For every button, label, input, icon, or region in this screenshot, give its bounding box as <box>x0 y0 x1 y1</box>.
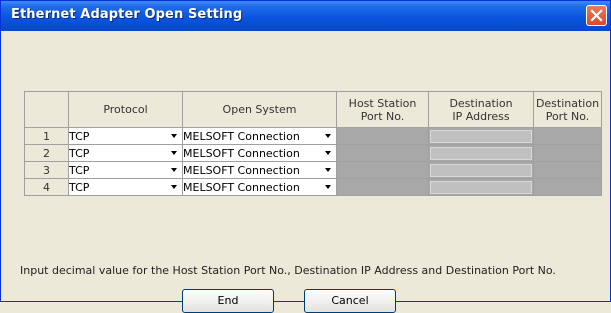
instruction-text: Input decimal value for the Host Station… <box>20 264 556 277</box>
window-title: Ethernet Adapter Open Setting <box>11 7 243 22</box>
header-row: Protocol Open System Host Station Port N… <box>24 91 602 128</box>
dest-ip-field[interactable] <box>428 161 534 179</box>
chevron-down-icon[interactable] <box>322 164 334 176</box>
chevron-down-icon[interactable] <box>168 181 180 193</box>
host-port-header-label: Host Station Port No. <box>348 96 417 123</box>
protocol-header: Protocol <box>68 91 183 128</box>
dest-ip-header-label: Destination IP Address <box>449 96 513 123</box>
row-number: 4 <box>24 178 69 196</box>
protocol-value: TCP <box>69 129 90 143</box>
protocol-value: TCP <box>69 163 90 177</box>
protocol-select[interactable]: TCP <box>68 178 183 196</box>
dest-port-field[interactable] <box>533 127 602 145</box>
chevron-down-icon[interactable] <box>322 147 334 159</box>
chevron-down-icon[interactable] <box>322 130 334 142</box>
host-port-field[interactable] <box>336 161 429 179</box>
close-button[interactable] <box>586 5 607 26</box>
dest-ip-inner <box>430 146 532 160</box>
open-setting-table: Protocol Open System Host Station Port N… <box>24 91 602 196</box>
open-system-value: MELSOFT Connection <box>183 163 300 177</box>
dialog-body: Protocol Open System Host Station Port N… <box>4 31 607 313</box>
dest-port-field[interactable] <box>533 161 602 179</box>
dest-ip-field[interactable] <box>428 127 534 145</box>
protocol-select[interactable]: TCP <box>68 127 183 145</box>
open-system-select[interactable]: MELSOFT Connection <box>182 178 337 196</box>
host-port-field[interactable] <box>336 127 429 145</box>
host-port-header: Host Station Port No. <box>336 91 429 128</box>
dialog-window: Ethernet Adapter Open Setting Protocol O… <box>0 0 611 313</box>
open-system-value: MELSOFT Connection <box>183 180 300 194</box>
open-system-select[interactable]: MELSOFT Connection <box>182 144 337 162</box>
table-row: 3 TCP MELSOFT Connection <box>24 161 602 179</box>
host-port-field[interactable] <box>336 144 429 162</box>
protocol-value: TCP <box>69 180 90 194</box>
open-system-value: MELSOFT Connection <box>183 129 300 143</box>
chevron-down-icon[interactable] <box>168 147 180 159</box>
dest-port-header-label: Destination Port No. <box>535 96 600 123</box>
chevron-down-icon[interactable] <box>168 164 180 176</box>
table-row: 2 TCP MELSOFT Connection <box>24 144 602 162</box>
dest-ip-inner <box>430 163 532 177</box>
protocol-value: TCP <box>69 146 90 160</box>
chevron-down-icon[interactable] <box>322 181 334 193</box>
row-number: 3 <box>24 161 69 179</box>
table-row: 1 TCP MELSOFT Connection <box>24 127 602 145</box>
dest-port-field[interactable] <box>533 144 602 162</box>
cancel-button[interactable]: Cancel <box>304 289 396 313</box>
open-system-header: Open System <box>182 91 337 128</box>
dest-ip-inner <box>430 180 532 194</box>
host-port-field[interactable] <box>336 178 429 196</box>
protocol-select[interactable]: TCP <box>68 161 183 179</box>
protocol-select[interactable]: TCP <box>68 144 183 162</box>
dest-ip-field[interactable] <box>428 144 534 162</box>
close-icon <box>590 9 603 22</box>
open-system-select[interactable]: MELSOFT Connection <box>182 161 337 179</box>
open-system-select[interactable]: MELSOFT Connection <box>182 127 337 145</box>
open-system-value: MELSOFT Connection <box>183 146 300 160</box>
row-number: 1 <box>24 127 69 145</box>
rownum-header <box>24 91 69 128</box>
dest-port-field[interactable] <box>533 178 602 196</box>
table-row: 4 TCP MELSOFT Connection <box>24 178 602 196</box>
chevron-down-icon[interactable] <box>168 130 180 142</box>
dest-port-header: Destination Port No. <box>533 91 602 128</box>
dest-ip-field[interactable] <box>428 178 534 196</box>
title-bar[interactable]: Ethernet Adapter Open Setting <box>1 1 610 31</box>
row-number: 2 <box>24 144 69 162</box>
end-button[interactable]: End <box>182 289 274 313</box>
dest-ip-inner <box>430 129 532 143</box>
dest-ip-header: Destination IP Address <box>428 91 534 128</box>
